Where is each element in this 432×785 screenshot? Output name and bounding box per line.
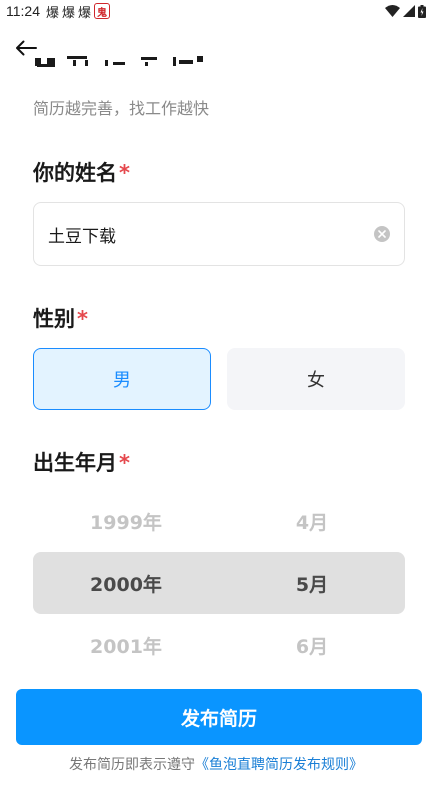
picker-month-selected[interactable]: 5月 — [219, 570, 405, 597]
page-subtitle: 简历越完善，找工作越快 — [33, 99, 210, 118]
footer-text: 发布简历即表示遵守 — [69, 757, 195, 773]
notification-icon: 爆 — [46, 5, 60, 21]
heading-glyph-fragment — [35, 56, 203, 67]
back-arrow-icon — [16, 40, 37, 56]
picker-year[interactable]: 1999年 — [33, 508, 219, 535]
footer-note: 发布简历即表示遵守《鱼泡直聘简历发布规则》 — [0, 754, 432, 774]
picker-month[interactable]: 6月 — [219, 632, 405, 659]
rules-link[interactable]: 《鱼泡直聘简历发布规则》 — [195, 757, 363, 773]
clear-icon[interactable] — [374, 226, 390, 242]
picker-year-selected[interactable]: 2000年 — [33, 570, 219, 597]
picker-row[interactable]: 1999年 4月 — [33, 490, 405, 552]
page-heading-scrolled — [33, 56, 333, 78]
gender-label-text: 性别 — [33, 307, 75, 331]
name-label-text: 你的姓名 — [33, 161, 117, 185]
picker-row[interactable]: 2001年 6月 — [33, 614, 405, 676]
notification-icon: 爆 — [78, 5, 92, 21]
picker-year[interactable]: 2001年 — [33, 632, 219, 659]
birth-label-text: 出生年月 — [33, 451, 117, 475]
gender-option-male[interactable]: 男 — [33, 348, 211, 410]
status-right — [385, 4, 426, 18]
battery-icon — [418, 4, 426, 18]
name-label: 你的姓名* — [33, 157, 130, 187]
status-bar: 11:24 爆 爆 爆 鬼 — [0, 0, 432, 22]
gender-option-female[interactable]: 女 — [227, 348, 405, 410]
publish-resume-button[interactable]: 发布简历 — [16, 689, 422, 745]
app-notification-icon: 鬼 — [94, 3, 111, 19]
name-field[interactable] — [33, 202, 405, 266]
required-mark: * — [119, 451, 130, 475]
clear-cross-glyph — [378, 230, 386, 238]
required-mark: * — [119, 161, 130, 185]
picker-row-selected[interactable]: 2000年 5月 — [33, 552, 405, 614]
page-heading-fragment — [33, 56, 333, 78]
status-left: 11:24 爆 爆 爆 鬼 — [6, 2, 111, 21]
notification-icons: 爆 爆 爆 鬼 — [46, 2, 111, 21]
notification-icon: 爆 — [62, 5, 76, 21]
picker-month[interactable]: 4月 — [219, 508, 405, 535]
status-time: 11:24 — [6, 3, 40, 19]
required-mark: * — [77, 307, 88, 331]
birth-date-picker[interactable]: 1999年 4月 2000年 5月 2001年 6月 — [33, 490, 405, 676]
birth-label: 出生年月* — [33, 447, 130, 477]
wifi-icon — [385, 5, 400, 17]
gender-label: 性别* — [33, 303, 88, 333]
signal-icon — [403, 5, 415, 17]
name-input[interactable] — [48, 224, 374, 244]
